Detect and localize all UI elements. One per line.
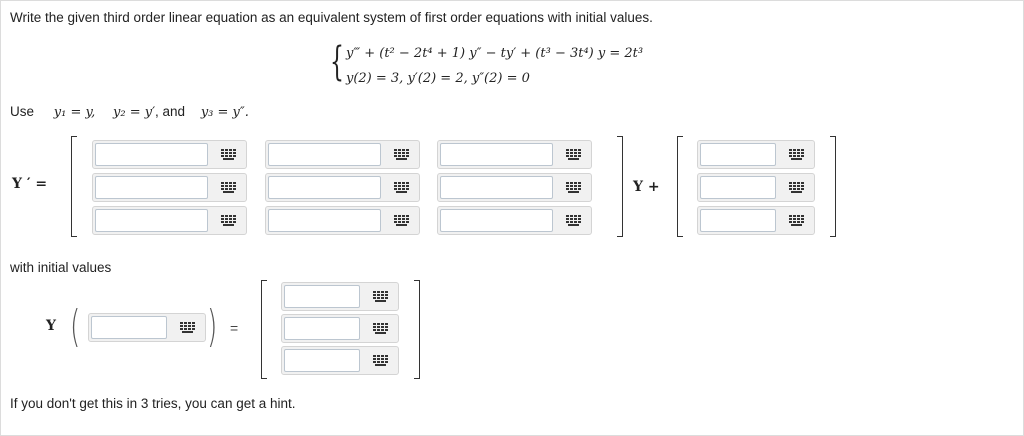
keyboard-grid-icon[interactable] xyxy=(169,314,205,341)
keyboard-grid-icon[interactable] xyxy=(383,207,419,234)
initial-vector-cell-r3 xyxy=(281,346,399,375)
vector-right-bracket xyxy=(830,136,836,237)
keyboard-grid-icon[interactable] xyxy=(362,315,398,342)
keyboard-grid-icon[interactable] xyxy=(210,174,246,201)
matrix-cell-r3-c2 xyxy=(265,206,420,235)
vector-cell-r1 xyxy=(697,140,815,169)
vector-cell-r3 xyxy=(697,206,815,235)
keyboard-grid-icon[interactable] xyxy=(555,141,591,168)
keyboard-grid-icon[interactable] xyxy=(210,141,246,168)
left-paren: ( xyxy=(70,301,81,352)
matrix-left-bracket xyxy=(71,136,77,237)
matrix-cell-r1-c1 xyxy=(92,140,247,169)
matrix-cell-r1-c2 xyxy=(265,140,420,169)
equation-line-1: y‴ + (t² − 2t⁴ + 1) y″ − ty′ + (t³ − 3t⁴… xyxy=(346,46,644,61)
initial-vector-cell-r2 xyxy=(281,314,399,343)
answer-input[interactable] xyxy=(284,285,360,308)
matrix-cell-r1-c3 xyxy=(437,140,592,169)
initial-vector-cell-r1 xyxy=(281,282,399,311)
matrix-cell-r2-c1 xyxy=(92,173,247,202)
y2-definition: y₂ = y′ xyxy=(113,105,156,120)
keyboard-grid-icon[interactable] xyxy=(210,207,246,234)
keyboard-grid-icon[interactable] xyxy=(555,207,591,234)
matrix-cell-r3-c1 xyxy=(92,206,247,235)
matrix-cell-r2-c3 xyxy=(437,173,592,202)
answer-input[interactable] xyxy=(268,209,381,232)
answer-input[interactable] xyxy=(284,349,360,372)
answer-input[interactable] xyxy=(95,176,208,199)
initial-vector-right-bracket xyxy=(414,280,420,379)
vector-cell-r2 xyxy=(697,173,815,202)
keyboard-grid-icon[interactable] xyxy=(383,174,419,201)
matrix-right-bracket xyxy=(617,136,623,237)
y-plus-label: Y + xyxy=(633,179,660,195)
answer-input[interactable] xyxy=(440,143,553,166)
answer-input[interactable] xyxy=(95,209,208,232)
keyboard-grid-icon[interactable] xyxy=(362,283,398,310)
answer-input[interactable] xyxy=(440,176,553,199)
equation-line-2: y(2) = 3, y′(2) = 2, y″(2) = 0 xyxy=(346,71,530,86)
initial-time-cell xyxy=(88,313,206,342)
keyboard-grid-icon[interactable] xyxy=(778,207,814,234)
right-paren: ) xyxy=(207,301,218,352)
answer-input[interactable] xyxy=(700,143,776,166)
keyboard-grid-icon[interactable] xyxy=(383,141,419,168)
y-initial-label: Y xyxy=(46,318,56,334)
answer-input[interactable] xyxy=(268,143,381,166)
initial-values-label: with initial values xyxy=(10,260,112,275)
matrix-cell-r3-c3 xyxy=(437,206,592,235)
answer-input[interactable] xyxy=(91,316,167,339)
keyboard-grid-icon[interactable] xyxy=(362,347,398,374)
use-label: Use xyxy=(10,104,35,119)
equals-sign: = xyxy=(230,320,239,336)
y3-definition: y₃ = y″. xyxy=(200,105,249,120)
answer-input[interactable] xyxy=(268,176,381,199)
y-prime-label: Y ′ = xyxy=(12,176,48,192)
answer-input[interactable] xyxy=(284,317,360,340)
answer-input[interactable] xyxy=(700,209,776,232)
answer-input[interactable] xyxy=(440,209,553,232)
vector-left-bracket xyxy=(677,136,683,237)
y1-definition: y₁ = y, xyxy=(53,105,96,120)
matrix-cell-r2-c2 xyxy=(265,173,420,202)
equation-brace: { xyxy=(330,39,344,85)
and-label: , and xyxy=(155,104,186,119)
initial-vector-left-bracket xyxy=(261,280,267,379)
hint-text: If you don't get this in 3 tries, you ca… xyxy=(10,396,296,411)
substitution-line: Use y₁ = y, y₂ = y′, and y₃ = y″. xyxy=(10,104,249,120)
answer-input[interactable] xyxy=(95,143,208,166)
keyboard-grid-icon[interactable] xyxy=(778,174,814,201)
answer-input[interactable] xyxy=(700,176,776,199)
keyboard-grid-icon[interactable] xyxy=(778,141,814,168)
question-prompt: Write the given third order linear equat… xyxy=(10,10,653,25)
keyboard-grid-icon[interactable] xyxy=(555,174,591,201)
